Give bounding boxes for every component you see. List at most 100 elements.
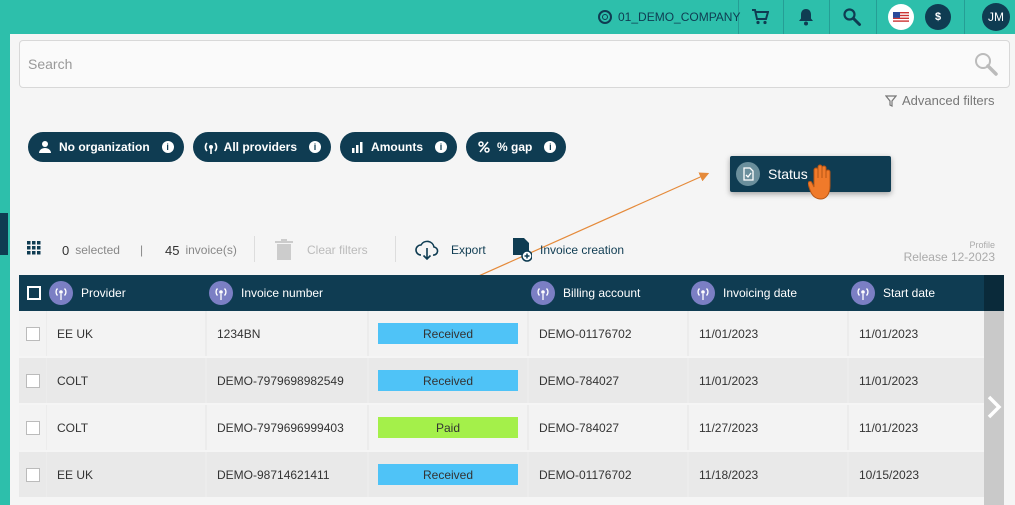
pill-providers[interactable]: All providers i [192, 132, 332, 162]
divider [254, 236, 255, 262]
header-label: Invoice number [241, 286, 324, 300]
invoice-creation-button[interactable]: Invoice creation [512, 230, 624, 270]
status-badge: Received [378, 464, 518, 485]
left-sidebar-handle[interactable] [0, 213, 8, 255]
antenna-icon [49, 281, 73, 305]
header-billing-account[interactable]: Billing account [531, 275, 640, 311]
cell-invoice-number: DEMO-7979696999403 [207, 405, 367, 450]
scroll-header-cap [984, 275, 1004, 311]
cell-invoice-number: DEMO-98714621411 [207, 452, 367, 497]
header-label: Provider [81, 286, 126, 300]
status-badge: Received [378, 370, 518, 391]
top-bar: 01_DEMO_COMPANY $ JM [0, 0, 1015, 34]
export-label: Export [451, 243, 486, 257]
cell-billing-account: DEMO-01176702 [529, 311, 687, 356]
row-checkbox[interactable] [19, 452, 46, 497]
pill-gap[interactable]: % gap i [466, 132, 567, 162]
cell-start-date: 11/01/2023 [849, 405, 984, 450]
invoice-label: invoice(s) [185, 243, 237, 257]
cell-status: Received [369, 311, 527, 356]
add-document-icon [513, 238, 532, 262]
table-row[interactable]: EE UK 1234BN Received DEMO-01176702 11/0… [19, 311, 984, 356]
pill-amounts[interactable]: Amounts i [340, 132, 458, 162]
percent-icon [478, 141, 490, 153]
cloud-download-icon [415, 240, 439, 260]
divider [783, 0, 784, 34]
info-icon[interactable]: i [544, 141, 557, 153]
status-badge: Received [378, 323, 518, 344]
info-icon[interactable]: i [309, 141, 322, 153]
cell-billing-account: DEMO-784027 [529, 405, 687, 450]
selected-label: selected [75, 243, 120, 257]
search-icon[interactable] [973, 51, 999, 82]
table-header: Provider Invoice number Billing account … [19, 275, 1004, 311]
bell-icon[interactable] [791, 0, 821, 34]
cell-invoice-number: 1234BN [207, 311, 367, 356]
clear-filters-button[interactable]: Clear filters [275, 230, 368, 270]
table-row[interactable]: COLT DEMO-7979698982549 Received DEMO-78… [19, 358, 984, 403]
cell-provider: EE UK [47, 452, 205, 497]
pill-label: % gap [497, 140, 533, 154]
pill-label: No organization [59, 140, 150, 154]
search-input[interactable] [28, 41, 948, 87]
cart-icon[interactable] [745, 0, 775, 34]
select-all-checkbox[interactable] [27, 275, 41, 311]
cell-invoicing-date: 11/01/2023 [689, 358, 847, 403]
antenna-icon [691, 281, 715, 305]
release-info: Profile Release 12-2023 [904, 240, 995, 264]
cell-billing-account: DEMO-01176702 [529, 452, 687, 497]
advanced-filters-link[interactable]: Advanced filters [885, 93, 995, 108]
main-panel: Advanced filters No organization i All p… [10, 34, 1015, 505]
horizontal-scroll-control[interactable] [984, 275, 1004, 505]
currency-button[interactable]: $ [925, 4, 951, 30]
cell-status: Paid [369, 405, 527, 450]
header-invoicing-date[interactable]: Invoicing date [691, 275, 797, 311]
filter-pills: No organization i All providers i Amount… [28, 132, 567, 162]
pill-label: All providers [223, 140, 298, 154]
status-icon [736, 162, 760, 186]
cell-status: Received [369, 358, 527, 403]
cell-status: Received [369, 452, 527, 497]
header-start-date[interactable]: Start date [851, 275, 935, 311]
cell-billing-account: DEMO-784027 [529, 358, 687, 403]
cell-start-date: 11/01/2023 [849, 358, 984, 403]
language-flag-button[interactable] [888, 4, 914, 30]
header-provider[interactable]: Provider [49, 275, 126, 311]
provider-icon [204, 142, 217, 154]
table-row[interactable]: EE UK DEMO-98714621411 Received DEMO-011… [19, 452, 984, 497]
info-icon[interactable]: i [435, 141, 448, 153]
cell-provider: COLT [47, 358, 205, 403]
cell-start-date: 11/01/2023 [849, 311, 984, 356]
grid-view-icon[interactable] [27, 241, 41, 260]
cell-start-date: 10/15/2023 [849, 452, 984, 497]
company-selector[interactable]: 01_DEMO_COMPANY [598, 0, 740, 34]
scroll-right-button[interactable] [984, 311, 1004, 505]
company-name: 01_DEMO_COMPANY [618, 10, 741, 24]
row-checkbox[interactable] [19, 405, 46, 450]
cell-provider: COLT [47, 405, 205, 450]
divider [964, 0, 965, 34]
row-checkbox[interactable] [19, 311, 46, 356]
header-label: Invoicing date [723, 286, 798, 300]
org-icon [39, 141, 51, 153]
chevron-right-icon [987, 395, 1002, 419]
info-icon[interactable]: i [161, 141, 174, 153]
grab-hand-cursor-icon [807, 164, 836, 207]
pill-organization[interactable]: No organization i [28, 132, 184, 162]
invoice-creation-label: Invoice creation [540, 243, 625, 257]
table-row[interactable]: COLT DEMO-7979696999403 Paid DEMO-784027… [19, 405, 984, 450]
antenna-icon [851, 281, 875, 305]
header-invoice-number[interactable]: Invoice number [209, 275, 323, 311]
selected-number: 0 [62, 242, 70, 258]
antenna-icon [209, 281, 233, 305]
filter-icon [885, 94, 897, 107]
invoice-number: 45 [165, 242, 180, 258]
export-button[interactable]: Export [415, 230, 486, 270]
advanced-filters-label: Advanced filters [902, 93, 995, 108]
user-avatar[interactable]: JM [982, 3, 1010, 31]
row-checkbox[interactable] [19, 358, 46, 403]
divider [829, 0, 830, 34]
search-icon[interactable] [837, 0, 867, 34]
cell-invoicing-date: 11/27/2023 [689, 405, 847, 450]
cell-invoicing-date: 11/01/2023 [689, 311, 847, 356]
